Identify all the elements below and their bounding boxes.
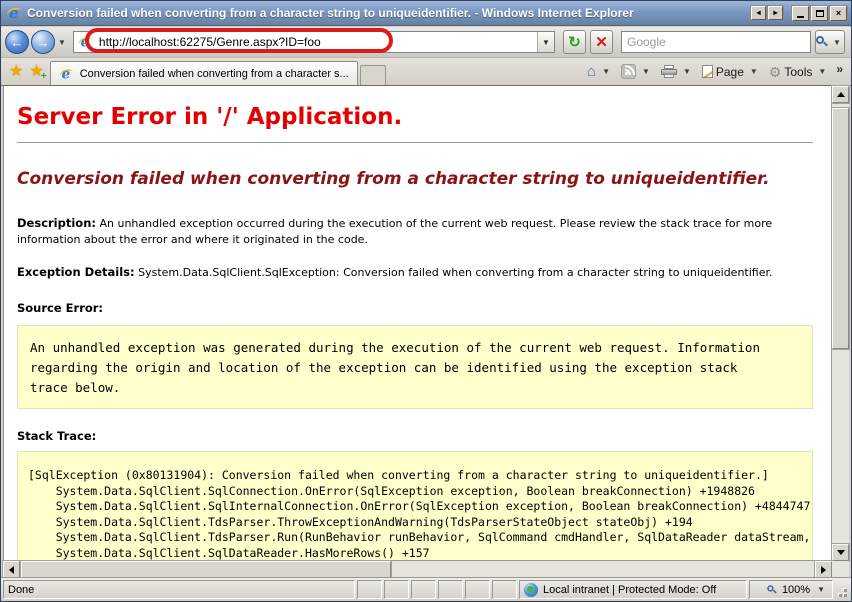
exception-details-paragraph: Exception Details: System.Data.SqlClient… [17,264,813,281]
zoom-level: 100% [781,583,811,596]
stack-trace-box: [SqlException (0x80131904): Conversion f… [17,451,813,560]
exception-details-text: System.Data.SqlClient.SqlException: Conv… [134,266,773,279]
tools-menu-button[interactable]: ⚙ Tools ▼ [766,63,833,81]
browser-window: e Conversion failed when converting from… [0,0,852,602]
security-zone-text: Local intranet | Protected Mode: Off [543,583,717,596]
error-page: Server Error in '/' Application. Convers… [3,86,832,561]
security-zone-panel[interactable]: Local intranet | Protected Mode: Off [519,580,747,599]
status-cell-1 [357,580,382,599]
status-cell-3 [411,580,436,599]
scroll-up-button[interactable] [831,85,850,104]
status-cell-2 [384,580,409,599]
stack-trace-label: Stack Trace: [17,429,97,443]
window-title: Conversion failed when converting from a… [27,6,634,20]
status-cell-6 [492,580,517,599]
refresh-icon: ↻ [568,33,581,51]
zoom-control[interactable]: 100% ▼ [749,580,833,599]
home-button[interactable]: ⌂ ▼ [584,62,616,81]
source-error-box: An unhandled exception was generated dur… [17,325,813,409]
description-paragraph: Description: An unhandled exception occu… [17,215,813,248]
search-button[interactable]: ▼ [815,30,845,54]
search-icon [816,36,829,48]
navigation-bar: ← → ▼ e ▼ ↻ ✕ ▼ [1,27,851,58]
stop-icon: ✕ [595,33,608,51]
gear-icon: ⚙ [768,63,782,80]
scroll-left-button[interactable] [2,560,21,579]
browser-viewport: Server Error in '/' Application. Convers… [1,85,851,579]
address-dropdown-button[interactable]: ▼ [537,32,554,52]
minimize-button[interactable] [791,4,810,22]
zoom-dropdown[interactable]: ▼ [814,585,828,594]
tab-active[interactable]: e Conversion failed when converting from… [49,61,358,85]
stack-trace-text: [SqlException (0x80131904): Conversion f… [28,468,811,560]
stop-button[interactable]: ✕ [590,30,613,54]
source-error-text: An unhandled exception was generated dur… [30,340,768,395]
feeds-button[interactable]: ▼ [618,62,656,81]
title-bar: e Conversion failed when converting from… [1,1,851,26]
status-cell-5 [465,580,490,599]
print-button[interactable]: ▼ [658,63,697,80]
page-favicon: e [77,34,94,50]
back-arrow-icon: ← [10,34,24,50]
page-menu-label: Page [715,64,744,79]
error-message-heading: Conversion failed when converting from a… [17,169,770,189]
scroll-right-button[interactable] [814,560,833,579]
search-input[interactable] [622,35,810,49]
printer-icon [660,65,677,78]
add-favorite-icon[interactable]: ★ + [29,63,46,81]
horizontal-scrollbar[interactable] [2,560,833,579]
back-button[interactable]: ← [5,30,29,54]
scrollbar-corner [832,561,849,578]
resize-grip[interactable] [835,580,849,599]
status-text-panel: Done [3,580,355,599]
page-title: Server Error in '/' Application. [17,104,403,130]
page-menu-button[interactable]: Page ▼ [699,63,764,81]
maximize-button[interactable] [810,4,829,22]
status-text: Done [8,583,35,596]
forward-button[interactable]: → [31,30,55,54]
toolbar-overflow-chevron[interactable]: » [834,62,845,82]
scroll-down-button[interactable] [831,543,850,562]
page-icon [701,65,713,78]
address-input[interactable] [98,35,537,49]
source-error-label: Source Error: [17,301,104,315]
horizontal-scrollbar-thumb[interactable] [20,560,392,579]
titlebar-extra-button-2[interactable]: ▸ [767,5,784,21]
home-icon: ⌂ [587,63,597,80]
description-label: Description: [17,216,96,230]
zoom-icon [767,584,777,595]
status-cell-4 [438,580,463,599]
vertical-scrollbar[interactable] [831,85,850,562]
tab-label: Conversion failed when converting from a… [79,67,349,80]
search-options-dropdown[interactable]: ▼ [830,38,844,47]
description-text: An unhandled exception occurred during t… [17,217,773,246]
tools-menu-label: Tools [784,64,813,79]
refresh-button[interactable]: ↻ [563,30,586,54]
titlebar-extra-button-1[interactable]: ◂ [750,5,767,21]
tab-favicon: e [58,65,75,82]
tab-bar: ★ ★ + e Conversion failed when converting… [1,58,851,86]
address-bar[interactable]: e ▼ [72,31,555,53]
internet-zone-globe-icon [524,582,538,597]
new-tab-button[interactable] [359,65,386,85]
ie-logo-icon: e [5,4,24,22]
favorites-center-icon[interactable]: ★ [9,63,23,80]
forward-arrow-icon: → [36,34,50,50]
status-bar: Done Local intranet | Protected Mode: Of… [1,577,851,601]
rss-feed-icon [621,64,637,79]
exception-details-label: Exception Details: [17,265,135,279]
divider [17,142,813,143]
close-button[interactable]: × [829,4,848,22]
history-dropdown-button[interactable]: ▼ [55,38,69,47]
vertical-scrollbar-thumb[interactable] [831,107,850,350]
search-box[interactable] [621,31,811,53]
